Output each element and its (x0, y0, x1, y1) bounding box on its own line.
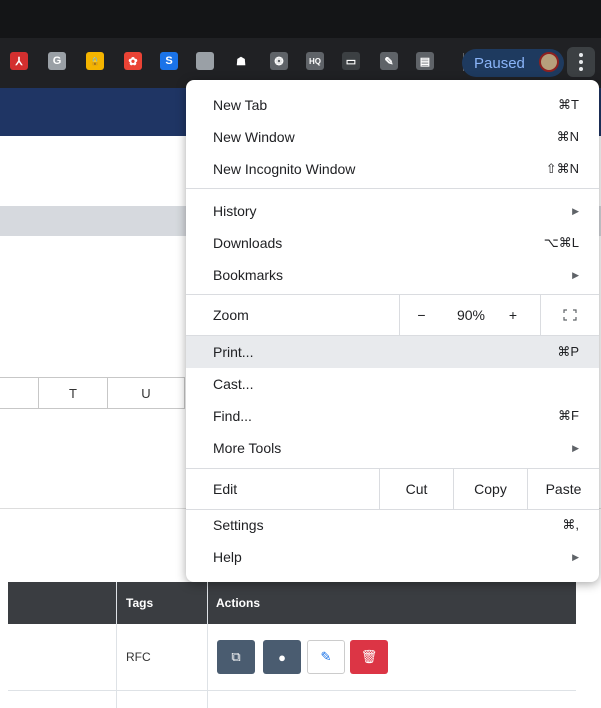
edit-button[interactable]: ✎ (307, 640, 345, 674)
copy-menu-button[interactable]: Copy (453, 469, 527, 509)
menu-item-print[interactable]: Print... ⌘P (186, 336, 599, 368)
trash-icon: 🗑 (360, 649, 378, 664)
delete-button[interactable]: 🗑 (350, 640, 388, 674)
menu-item-settings[interactable]: Settings ⌘, (186, 509, 599, 541)
menu-item-help[interactable]: Help ▶ (186, 541, 599, 573)
menu-item-downloads[interactable]: Downloads ⌥⌘L (186, 227, 599, 259)
zoom-out-button[interactable]: − (399, 295, 443, 335)
menu-item-new-incognito-window[interactable]: New Incognito Window ⇧⌘N (186, 153, 599, 185)
submenu-arrow-icon: ▶ (572, 551, 579, 562)
submenu-arrow-icon: ▶ (572, 442, 579, 453)
camera-extension-icon[interactable]: ▭ (342, 52, 360, 70)
avatar[interactable] (539, 52, 559, 72)
tags-column-header: Tags (126, 596, 154, 610)
menu-item-more-tools[interactable]: More Tools ▶ (186, 432, 599, 464)
chrome-main-menu: New Tab ⌘T New Window ⌘N New Incognito W… (186, 80, 599, 582)
menu-item-label: Help (213, 549, 242, 565)
menu-item-label: Settings (213, 517, 264, 533)
menu-item-label: Find... (213, 408, 252, 424)
mask-extension-icon[interactable]: ☗ (232, 52, 250, 70)
document-extension-icon[interactable]: ▤ (416, 52, 434, 70)
shortcut-label: ⌘T (558, 97, 579, 112)
spreadsheet-cell[interactable] (0, 377, 39, 409)
ring-extension-icon[interactable] (196, 52, 214, 70)
spreadsheet-column-t[interactable]: T (38, 377, 108, 409)
eye-icon: ● (278, 649, 286, 665)
shortcut-label: ⇧⌘N (545, 161, 579, 176)
acrobat-icon[interactable]: ⅄ (10, 52, 28, 70)
menu-item-bookmarks[interactable]: Bookmarks ▶ (186, 259, 599, 291)
menu-item-new-tab[interactable]: New Tab ⌘T (186, 89, 599, 121)
menu-item-zoom: Zoom (186, 298, 599, 332)
menu-item-label: New Window (213, 129, 295, 145)
kebab-dot-icon (579, 53, 583, 57)
shortcut-label: ⌘, (562, 517, 579, 532)
menu-item-label: Cast... (213, 376, 254, 392)
table-row-tag: RFC (126, 650, 151, 664)
shortcut-label: ⌘F (558, 408, 579, 423)
chrome-menu-button[interactable] (567, 47, 595, 77)
fullscreen-button[interactable] (540, 295, 599, 335)
menu-item-new-window[interactable]: New Window ⌘N (186, 121, 599, 153)
padlock-extension-icon[interactable]: 🔒 (86, 52, 104, 70)
edit-icon: ✎ (320, 649, 332, 664)
menu-item-find[interactable]: Find... ⌘F (186, 400, 599, 432)
grammarly-g-icon[interactable]: G (48, 52, 66, 70)
menu-divider (186, 188, 599, 189)
menu-divider (186, 294, 599, 295)
menu-item-label: More Tools (213, 440, 282, 456)
signature-extension-icon[interactable]: ✎ (380, 52, 398, 70)
submenu-arrow-icon: ▶ (572, 205, 579, 216)
fullscreen-icon (563, 309, 577, 321)
menu-item-cast[interactable]: Cast... (186, 368, 599, 400)
kebab-dot-icon (579, 67, 583, 71)
shortcut-label: ⌥⌘L (543, 235, 579, 250)
shortcut-label: ⌘P (557, 344, 579, 359)
window-title-strip (0, 0, 601, 38)
menu-item-label: Bookmarks (213, 267, 284, 283)
color-wheel-icon[interactable]: ✿ (124, 52, 142, 70)
menu-item-label: New Tab (213, 97, 268, 113)
cut-button[interactable]: Cut (379, 469, 453, 509)
submenu-arrow-icon: ▶ (572, 269, 579, 280)
paste-button[interactable]: Paste (527, 469, 599, 509)
shortcut-label: ⌘N (556, 129, 579, 144)
paused-label: Paused (474, 55, 525, 72)
actions-column-header: Actions (216, 596, 261, 610)
s-extension-icon[interactable]: S (160, 52, 178, 70)
menu-item-label: Print... (213, 344, 254, 360)
view-button[interactable]: ● (263, 640, 301, 674)
copy-icon: ⧉ (231, 649, 241, 664)
cloudhq-icon[interactable]: HQ (306, 52, 324, 70)
menu-item-history[interactable]: History ▶ (186, 195, 599, 227)
zoom-in-button[interactable]: + (499, 295, 527, 335)
menu-item-label: Downloads (213, 235, 283, 251)
zoom-level-value: 90% (456, 307, 486, 323)
openai-icon[interactable]: ❂ (270, 52, 288, 70)
copy-button[interactable]: ⧉ (217, 640, 255, 674)
menu-item-label: New Incognito Window (213, 161, 356, 177)
menu-item-label: History (213, 203, 257, 219)
spreadsheet-column-u[interactable]: U (107, 377, 185, 409)
table-row-divider (8, 690, 576, 691)
kebab-dot-icon (579, 60, 583, 64)
table-header (8, 582, 576, 624)
